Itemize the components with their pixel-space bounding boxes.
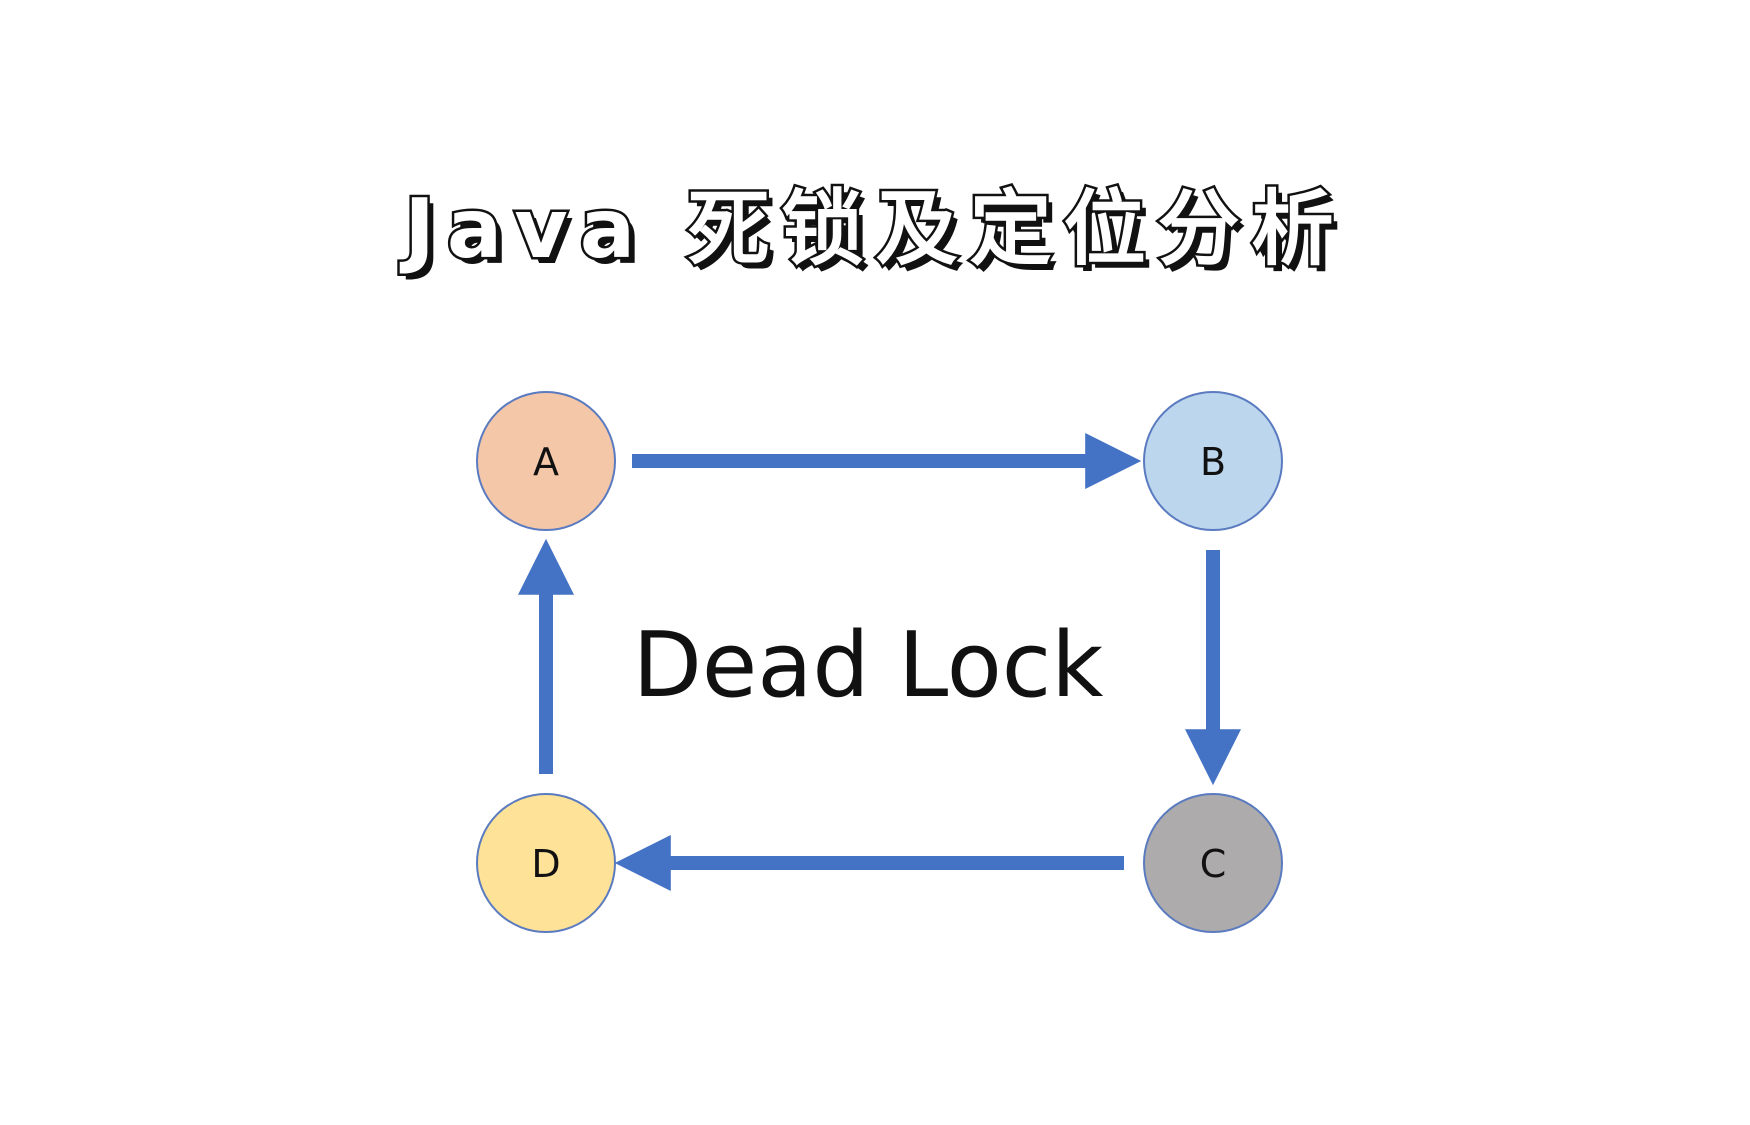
node-a: A bbox=[476, 391, 616, 531]
node-b-label: B bbox=[1200, 440, 1226, 484]
node-b: B bbox=[1143, 391, 1283, 531]
deadlock-cycle-diagram: A B C D Dead Lock bbox=[476, 391, 1283, 933]
node-c: C bbox=[1143, 793, 1283, 933]
dead-lock-label: Dead Lock bbox=[633, 613, 1104, 718]
node-c-label: C bbox=[1200, 842, 1227, 886]
node-d-label: D bbox=[531, 842, 560, 886]
node-d: D bbox=[476, 793, 616, 933]
node-a-label: A bbox=[533, 440, 559, 484]
